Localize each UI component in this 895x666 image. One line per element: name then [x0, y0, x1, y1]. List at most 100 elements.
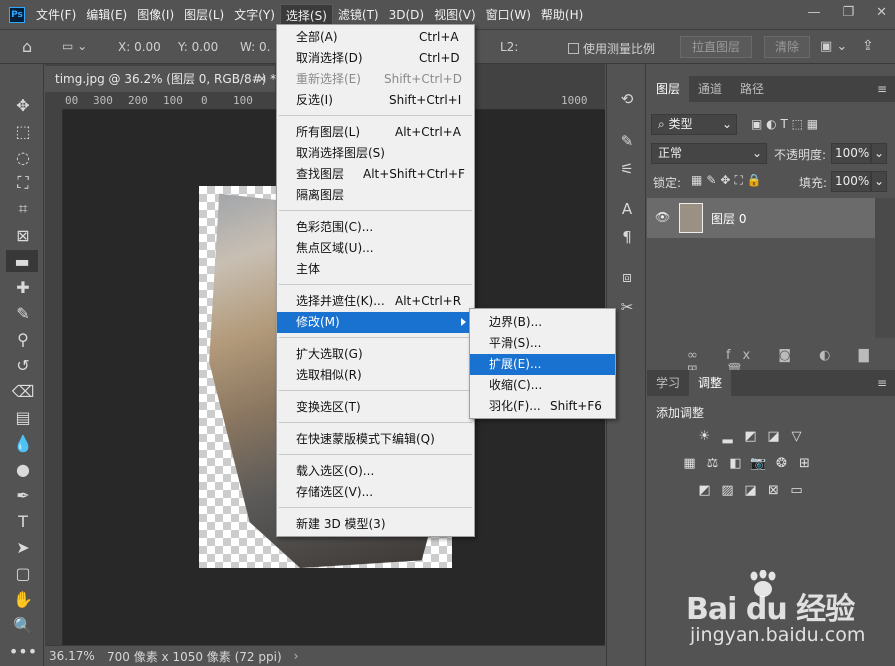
menu-image[interactable]: 图像(I) [132, 4, 179, 26]
menu-item-quick-mask[interactable]: 在快速蒙版模式下编辑(Q) [277, 429, 474, 450]
document-tab[interactable]: timg.jpg @ 36.2% (图层 0, RGB/8#) * ✕ [45, 66, 276, 92]
paragraph-icon[interactable]: ¶ [616, 226, 638, 248]
workspace-icon[interactable]: ▣ ⌄ [820, 39, 847, 54]
crop-tool-icon[interactable]: ⌗ [11, 198, 35, 220]
pen-tool-icon[interactable]: ✒ [11, 484, 35, 506]
photo-filter-icon[interactable]: 📷 [750, 456, 766, 471]
menu-item-deselect-layers[interactable]: 取消选择图层(S) [277, 143, 474, 164]
submenu-item-contract[interactable]: 收缩(C)... [470, 375, 615, 396]
tab-learn[interactable]: 学习 [647, 370, 689, 396]
lock-icons[interactable]: ▦✎✥⛶🔒 [691, 173, 766, 188]
blend-mode-select[interactable]: 正常 ⌄ [651, 143, 767, 164]
submenu-item-smooth[interactable]: 平滑(S)... [470, 333, 615, 354]
layer-filter-select[interactable]: ⌕ 类型 ⌄ [651, 114, 737, 135]
menu-item-similar[interactable]: 选取相似(R) [277, 365, 474, 386]
menu-item-reselect[interactable]: 重新选择(E) Shift+Ctrl+D [277, 69, 474, 90]
brush-tool-icon[interactable]: ✎ [11, 302, 35, 324]
ruler-tool-icon[interactable]: ▬ [6, 250, 38, 272]
menu-3d[interactable]: 3D(D) [384, 4, 429, 26]
menu-item-find-layers[interactable]: 查找图层 Alt+Shift+Ctrl+F [277, 164, 474, 185]
hue-saturation-icon[interactable]: ▦ [682, 456, 697, 471]
brush-settings-icon[interactable]: ✎ [616, 130, 638, 152]
panel-menu-icon[interactable]: ≡ [877, 82, 887, 96]
menu-select[interactable]: 选择(S) [279, 3, 333, 26]
menu-item-new-3d-model[interactable]: 新建 3D 模型(3) [277, 514, 474, 535]
menu-item-deselect[interactable]: 取消选择(D) Ctrl+D [277, 48, 474, 69]
opacity-dropdown[interactable]: ⌄ [871, 143, 887, 164]
color-lookup-icon[interactable]: ⊞ [797, 456, 812, 471]
posterize-icon[interactable]: ▨ [720, 483, 735, 498]
menu-type[interactable]: 文字(Y) [229, 4, 280, 26]
measure-scale-checkbox[interactable]: 使用测量比例 [568, 40, 655, 57]
minimize-icon[interactable]: — [807, 5, 820, 20]
menu-item-isolate-layers[interactable]: 隔离图层 [277, 185, 474, 206]
menu-item-inverse[interactable]: 反选(I) Shift+Ctrl+I [277, 90, 474, 111]
type-tool-icon[interactable]: T [11, 510, 35, 532]
tab-layers[interactable]: 图层 [647, 76, 690, 102]
layer-row[interactable]: 👁 图层 0 [647, 198, 875, 238]
3d-icon[interactable]: ⧈ [616, 266, 638, 288]
ruler-tool-preset-icon[interactable]: ▭ ⌄ [62, 39, 87, 53]
rectangle-tool-icon[interactable]: ▢ [11, 562, 35, 584]
menu-file[interactable]: 文件(F) [31, 4, 81, 26]
gradient-map-icon[interactable]: ▭ [789, 483, 804, 498]
menu-view[interactable]: 视图(V) [429, 4, 481, 26]
home-icon[interactable]: ⌂ [22, 37, 32, 56]
close-tab-icon[interactable]: ✕ [257, 66, 267, 92]
menu-item-subject[interactable]: 主体 [277, 259, 474, 280]
path-select-icon[interactable]: ➤ [11, 536, 35, 558]
menu-window[interactable]: 窗口(W) [481, 4, 536, 26]
dodge-tool-icon[interactable]: ● [11, 458, 35, 480]
curves-icon[interactable]: ◩ [743, 429, 758, 444]
object-select-tool-icon[interactable]: ⛶ [11, 172, 35, 194]
submenu-item-feather[interactable]: 羽化(F)... Shift+F6 [470, 396, 615, 417]
move-tool-icon[interactable]: ✥ [11, 94, 35, 116]
menu-item-all[interactable]: 全部(A) Ctrl+A [277, 27, 474, 48]
menu-item-all-layers[interactable]: 所有图层(L) Alt+Ctrl+A [277, 122, 474, 143]
menu-item-modify[interactable]: 修改(M) [277, 312, 474, 333]
levels-icon[interactable]: ▂ [720, 429, 735, 444]
share-icon[interactable]: ⇪ [862, 38, 874, 54]
zoom-level[interactable]: 36.17% [49, 649, 99, 663]
opacity-input[interactable]: 100% [831, 143, 871, 164]
close-icon[interactable]: ✕ [876, 5, 887, 20]
fill-dropdown[interactable]: ⌄ [871, 171, 887, 192]
marquee-tool-icon[interactable]: ⬚ [11, 120, 35, 142]
menu-layer[interactable]: 图层(L) [179, 4, 229, 26]
healing-brush-icon[interactable]: ✚ [11, 276, 35, 298]
status-arrow-icon[interactable]: › [294, 649, 299, 663]
filter-icons[interactable]: ▣ ◐ T ⬚ ▦ [751, 117, 818, 131]
black-white-icon[interactable]: ◧ [728, 456, 743, 471]
color-balance-icon[interactable]: ⚖ [705, 456, 720, 471]
lasso-tool-icon[interactable]: ◌ [11, 146, 35, 168]
fill-input[interactable]: 100% [831, 171, 871, 192]
menu-item-transform-selection[interactable]: 变换选区(T) [277, 397, 474, 418]
exposure-icon[interactable]: ◪ [766, 429, 781, 444]
frame-tool-icon[interactable]: ⊠ [11, 224, 35, 246]
menu-help[interactable]: 帮助(H) [536, 4, 588, 26]
invert-icon[interactable]: ◩ [697, 483, 712, 498]
layer-name[interactable]: 图层 0 [711, 210, 746, 227]
brush-presets-icon[interactable]: ⚟ [616, 158, 638, 180]
menu-item-load-selection[interactable]: 载入选区(O)... [277, 461, 474, 482]
submenu-item-expand[interactable]: 扩展(E)... [470, 354, 615, 375]
submenu-item-border[interactable]: 边界(B)... [470, 312, 615, 333]
menu-item-grow[interactable]: 扩大选取(G) [277, 344, 474, 365]
tab-adjustments[interactable]: 调整 [689, 370, 732, 396]
vibrance-icon[interactable]: ▽ [789, 429, 804, 444]
menu-item-color-range[interactable]: 色彩范围(C)... [277, 217, 474, 238]
hand-tool-icon[interactable]: ✋ [11, 588, 35, 610]
blur-tool-icon[interactable]: 💧 [11, 432, 35, 454]
visibility-eye-icon[interactable]: 👁 [655, 210, 670, 224]
zoom-tool-icon[interactable]: 🔍 [11, 614, 35, 636]
menu-item-focus-area[interactable]: 焦点区域(U)... [277, 238, 474, 259]
tab-paths[interactable]: 路径 [731, 76, 773, 102]
menu-item-select-and-mask[interactable]: 选择并遮住(K)... Alt+Ctrl+R [277, 291, 474, 312]
maximize-icon[interactable]: ❐ [842, 5, 854, 20]
layers-scrollbar[interactable] [875, 198, 895, 338]
channel-mixer-icon[interactable]: ❂ [774, 456, 789, 471]
brightness-icon[interactable]: ☀ [697, 429, 712, 444]
panel-menu-icon[interactable]: ≡ [877, 376, 887, 390]
clone-stamp-icon[interactable]: ⚲ [11, 328, 35, 350]
gradient-tool-icon[interactable]: ▤ [11, 406, 35, 428]
